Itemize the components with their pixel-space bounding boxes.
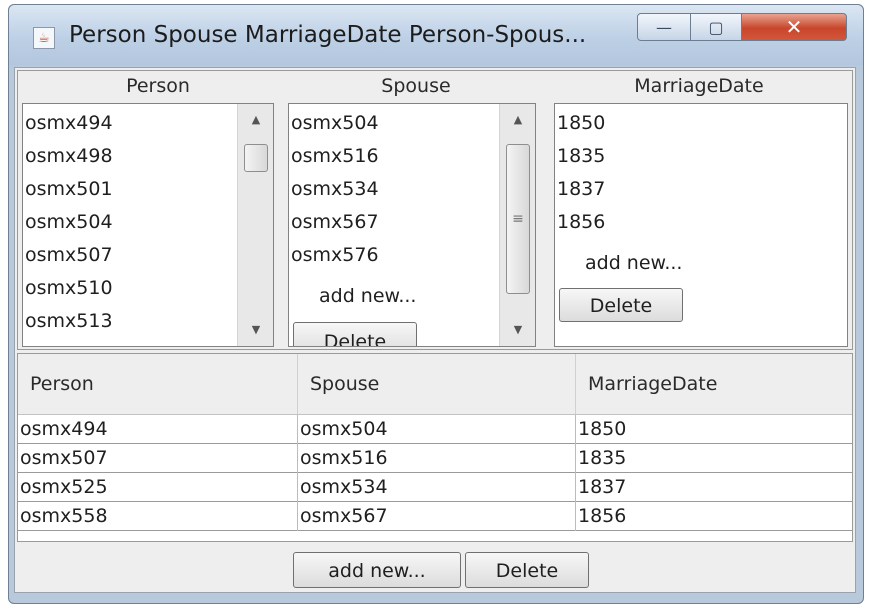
- list-item[interactable]: osmx504: [23, 211, 113, 233]
- column-header-marriage-date[interactable]: MarriageDate: [576, 354, 852, 414]
- list-item[interactable]: osmx513: [23, 310, 113, 332]
- minimize-icon: —: [656, 17, 672, 37]
- close-button[interactable]: ✕: [741, 13, 847, 41]
- scroll-thumb[interactable]: ≡: [506, 144, 530, 294]
- table-cell[interactable]: 1850: [576, 415, 852, 444]
- footer-toolbar: add new... Delete: [17, 546, 853, 590]
- list-item[interactable]: 1837: [555, 178, 605, 200]
- list-item[interactable]: osmx494: [23, 112, 113, 134]
- table-row[interactable]: osmx507 osmx516 1835: [18, 444, 852, 473]
- scroll-thumb[interactable]: [244, 144, 268, 172]
- column-header-person[interactable]: Person: [18, 354, 298, 414]
- table-cell[interactable]: osmx507: [18, 444, 298, 473]
- delete-button[interactable]: Delete: [465, 552, 589, 588]
- lists-panel: Person osmx494 osmx498 osmx501 osmx504 o…: [17, 70, 853, 350]
- title-bar[interactable]: ☕ Person Spouse MarriageDate Person-Spou…: [9, 5, 863, 65]
- list-item[interactable]: osmx507: [23, 244, 113, 266]
- window-title: Person Spouse MarriageDate Person-Spous.…: [69, 22, 587, 48]
- client-area: Person osmx494 osmx498 osmx501 osmx504 o…: [14, 67, 856, 593]
- table-cell[interactable]: osmx567: [298, 502, 576, 531]
- table-cell[interactable]: 1856: [576, 502, 852, 531]
- person-list-header: Person: [126, 75, 190, 97]
- marriage-date-list[interactable]: 1850 1835 1837 1856 add new... Delete: [554, 103, 848, 347]
- table-row[interactable]: osmx494 osmx504 1850: [18, 415, 852, 444]
- table-cell[interactable]: 1837: [576, 473, 852, 502]
- list-item[interactable]: 1835: [555, 145, 605, 167]
- add-new-button[interactable]: add new...: [293, 552, 461, 588]
- person-list[interactable]: osmx494 osmx498 osmx501 osmx504 osmx507 …: [22, 103, 274, 347]
- scroll-down-icon[interactable]: ▼: [238, 316, 273, 344]
- person-list-scrollbar[interactable]: ▲ ▼: [237, 104, 273, 346]
- table-header: Person Spouse MarriageDate: [18, 354, 852, 415]
- scroll-up-icon[interactable]: ▲: [500, 106, 535, 134]
- spouse-list-scrollbar[interactable]: ▲ ≡ ▼: [499, 104, 535, 346]
- list-item[interactable]: osmx501: [23, 178, 113, 200]
- marriage-date-list-header: MarriageDate: [634, 75, 764, 97]
- minimize-button[interactable]: —: [637, 13, 691, 41]
- table-cell[interactable]: osmx494: [18, 415, 298, 444]
- table-cell[interactable]: osmx504: [298, 415, 576, 444]
- spouse-list-header: Spouse: [381, 75, 451, 97]
- relationship-table: Person Spouse MarriageDate osmx494 osmx5…: [17, 353, 853, 542]
- table-row[interactable]: osmx558 osmx567 1856: [18, 502, 852, 531]
- spouse-add-new[interactable]: add new...: [319, 285, 416, 307]
- grip-icon: ≡: [512, 211, 524, 227]
- list-item[interactable]: 1850: [555, 112, 605, 134]
- list-item[interactable]: osmx534: [289, 178, 379, 200]
- table-cell[interactable]: osmx558: [18, 502, 298, 531]
- table-cell[interactable]: osmx534: [298, 473, 576, 502]
- list-item[interactable]: osmx498: [23, 145, 113, 167]
- table-row[interactable]: osmx525 osmx534 1837: [18, 473, 852, 502]
- table-cell[interactable]: osmx516: [298, 444, 576, 473]
- marriage-date-delete-button[interactable]: Delete: [559, 288, 683, 322]
- list-item[interactable]: 1856: [555, 211, 605, 233]
- list-item[interactable]: osmx516: [289, 145, 379, 167]
- table-cell[interactable]: 1835: [576, 444, 852, 473]
- scroll-up-icon[interactable]: ▲: [238, 106, 273, 134]
- list-item[interactable]: osmx567: [289, 211, 379, 233]
- spouse-list[interactable]: osmx504 osmx516 osmx534 osmx567 osmx576 …: [288, 103, 536, 347]
- java-icon: ☕: [33, 27, 55, 49]
- column-header-spouse[interactable]: Spouse: [298, 354, 576, 414]
- marriage-date-add-new[interactable]: add new...: [585, 252, 682, 274]
- list-item[interactable]: osmx576: [289, 244, 379, 266]
- maximize-icon: ▢: [708, 17, 724, 37]
- table-cell[interactable]: osmx525: [18, 473, 298, 502]
- maximize-button[interactable]: ▢: [690, 13, 742, 41]
- scroll-down-icon[interactable]: ▼: [500, 316, 535, 344]
- list-item[interactable]: osmx504: [289, 112, 379, 134]
- spouse-delete-button[interactable]: Delete: [293, 322, 417, 346]
- close-icon: ✕: [785, 15, 803, 39]
- list-item[interactable]: osmx510: [23, 277, 113, 299]
